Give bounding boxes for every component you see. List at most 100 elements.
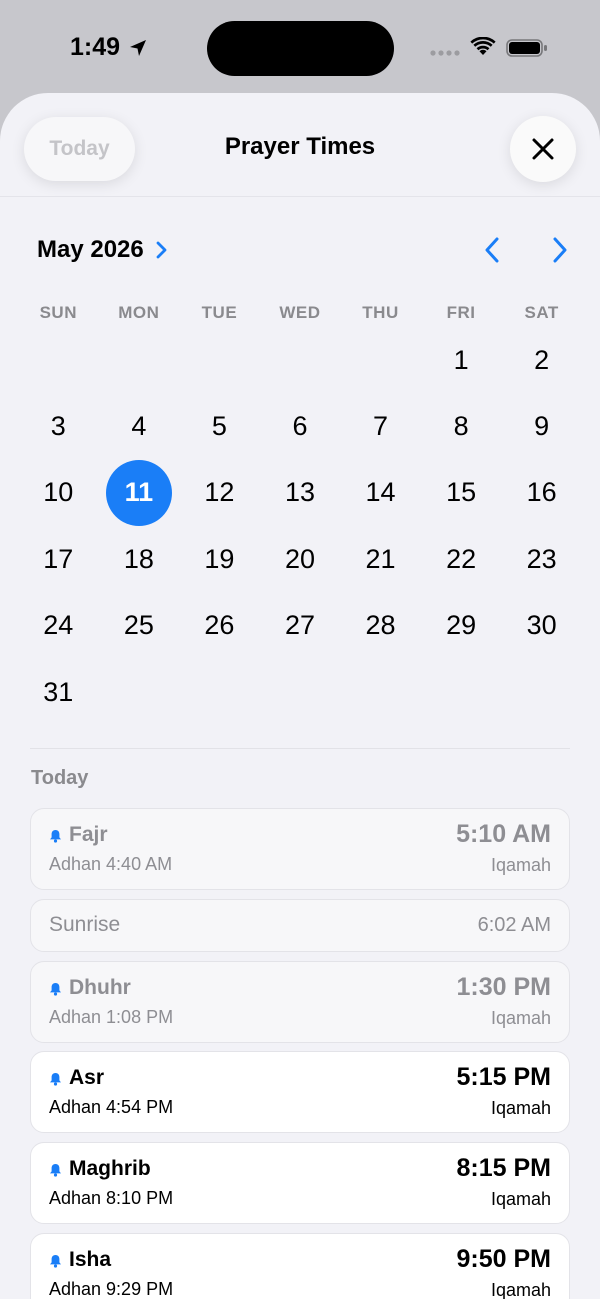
prayer-card-sunrise[interactable]: Sunrise 6:02 AM: [30, 899, 570, 952]
close-button[interactable]: [510, 116, 576, 182]
wifi-icon: [470, 37, 496, 55]
day-label: 9: [534, 411, 550, 442]
day-label: 20: [284, 543, 315, 574]
cellular-dots-icon: [430, 50, 460, 56]
day-label: 5: [211, 411, 227, 442]
prayer-name: Fajr: [69, 823, 108, 846]
iqamah-time: 8:15 PM: [456, 1154, 551, 1182]
day-label: 2: [534, 344, 550, 375]
iqamah-label: Iqamah: [490, 855, 551, 875]
day-label: 26: [204, 610, 235, 641]
day-24[interactable]: 24: [18, 593, 99, 659]
nav-bar: Today Prayer Times: [0, 93, 600, 197]
iqamah-label: Iqamah: [490, 1280, 551, 1299]
day-27[interactable]: 27: [260, 593, 341, 659]
day-12[interactable]: 12: [179, 460, 260, 526]
day-label: 14: [365, 477, 396, 508]
day-label: 10: [43, 477, 74, 508]
prayer-card-isha[interactable]: Isha Adhan 9:29 PM 9:50 PM Iqamah: [30, 1233, 570, 1299]
day-21[interactable]: 21: [340, 526, 421, 592]
iqamah-time: 9:50 PM: [456, 1245, 551, 1273]
day-20[interactable]: 20: [260, 526, 341, 592]
prayer-card-asr[interactable]: Asr Adhan 4:54 PM 5:15 PM Iqamah: [30, 1051, 570, 1133]
previous-month-button[interactable]: [480, 235, 504, 265]
day-25[interactable]: 25: [99, 593, 180, 659]
day-16[interactable]: 16: [501, 460, 582, 526]
month-picker[interactable]: May 2026: [37, 233, 168, 267]
prayer-card-dhuhr[interactable]: Dhuhr Adhan 1:08 PM 1:30 PM Iqamah: [30, 961, 570, 1043]
day-23[interactable]: 23: [501, 526, 582, 592]
empty-day-cell: [260, 327, 341, 393]
day-22[interactable]: 22: [421, 526, 502, 592]
day-30[interactable]: 30: [501, 593, 582, 659]
weekday-fri: FRI: [446, 303, 476, 322]
adhan-time: Adhan 9:29 PM: [49, 1279, 174, 1299]
day-label: 29: [446, 610, 477, 641]
weekday-thu: THU: [362, 303, 399, 322]
weekday-sat: SAT: [524, 303, 559, 322]
day-7[interactable]: 7: [340, 393, 421, 459]
day-label: 25: [123, 610, 154, 641]
day-17[interactable]: 17: [18, 526, 99, 592]
day-18[interactable]: 18: [99, 526, 180, 592]
day-label: 22: [446, 543, 477, 574]
empty-day-cell: [179, 327, 260, 393]
weekday-header: SUN MON TUE WED THU FRI SAT: [18, 303, 582, 323]
day-label: 28: [365, 610, 396, 641]
day-label: 27: [284, 610, 315, 641]
day-14[interactable]: 14: [340, 460, 421, 526]
iqamah-label: Iqamah: [490, 1098, 551, 1118]
day-29[interactable]: 29: [421, 593, 502, 659]
day-6[interactable]: 6: [260, 393, 341, 459]
prayer-name: Dhuhr: [69, 976, 131, 999]
day-15[interactable]: 15: [421, 460, 502, 526]
prayer-card-maghrib[interactable]: Maghrib Adhan 8:10 PM 8:15 PM Iqamah: [30, 1142, 570, 1224]
location-arrow-icon: [130, 40, 146, 56]
day-label: 11: [105, 459, 172, 526]
next-month-button[interactable]: [548, 235, 572, 265]
day-label: 4: [131, 411, 147, 442]
day-label: 15: [446, 477, 477, 508]
status-bar: 1:49: [0, 0, 600, 95]
day-26[interactable]: 26: [179, 593, 260, 659]
empty-day-cell: [340, 327, 421, 393]
day-11[interactable]: 11: [99, 459, 180, 526]
day-5[interactable]: 5: [179, 393, 260, 459]
day-9[interactable]: 9: [501, 393, 582, 459]
day-1[interactable]: 1: [421, 327, 502, 393]
day-label: 6: [292, 411, 308, 442]
day-10[interactable]: 10: [18, 460, 99, 526]
iqamah-time: 5:15 PM: [456, 1063, 551, 1091]
day-label: 21: [365, 543, 396, 574]
bell-icon: [50, 1073, 61, 1086]
weekday-tue: TUE: [201, 303, 238, 322]
iqamah-time: 1:30 PM: [456, 973, 551, 1001]
day-3[interactable]: 3: [18, 393, 99, 459]
day-label: 19: [204, 543, 235, 574]
status-time: 1:49: [70, 33, 121, 61]
calendar-grid: 1 2 3 4 5 6 7 8 9 10 11 12 13 14 15 16 17 18 19 20 21 22 23 24 2…: [18, 327, 582, 725]
prayer-name: Asr: [69, 1066, 105, 1089]
day-4[interactable]: 4: [99, 393, 180, 459]
day-28[interactable]: 28: [340, 593, 421, 659]
bell-icon: [50, 983, 61, 996]
day-label: 13: [284, 477, 315, 508]
empty-day-cell: [99, 327, 180, 393]
prayer-card-fajr[interactable]: Fajr Adhan 4:40 AM 5:10 AM Iqamah: [30, 808, 570, 890]
day-8[interactable]: 8: [421, 393, 502, 459]
adhan-time: Adhan 4:40 AM: [49, 854, 173, 874]
chevron-right-icon: [156, 241, 167, 259]
day-19[interactable]: 19: [179, 526, 260, 592]
day-label: 17: [43, 543, 74, 574]
prayer-name: Isha: [69, 1248, 112, 1271]
sunrise-time: 6:02 AM: [477, 914, 551, 936]
prayer-times-sheet: Today Prayer Times May 2026 SUN MON TUE WED…: [0, 93, 600, 1299]
dynamic-island: [207, 21, 394, 76]
bell-icon: [50, 830, 61, 843]
day-2[interactable]: 2: [501, 327, 582, 393]
prayer-name: Sunrise: [49, 913, 121, 936]
day-label: 18: [123, 543, 154, 574]
day-31[interactable]: 31: [18, 659, 99, 725]
day-13[interactable]: 13: [260, 460, 341, 526]
bell-icon: [50, 1255, 61, 1268]
